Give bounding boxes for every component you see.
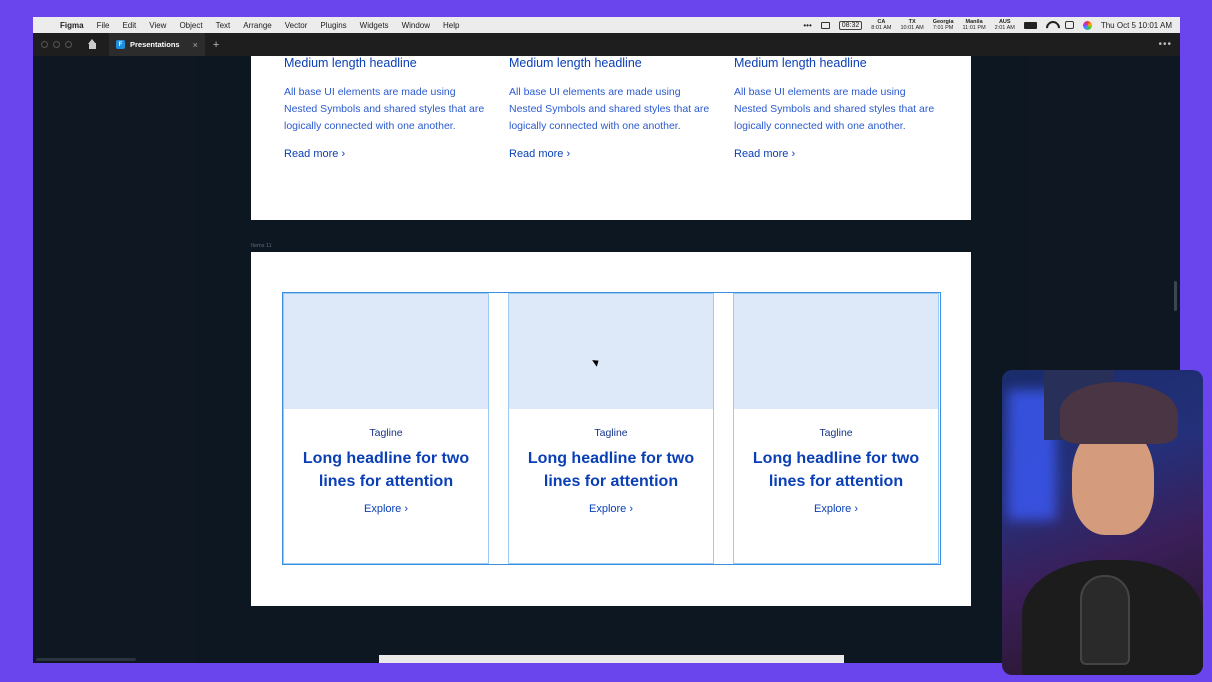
feature-headline: Medium length headline <box>734 56 867 70</box>
menu-text[interactable]: Text <box>216 21 231 30</box>
battery-icon[interactable] <box>1023 21 1037 29</box>
microphone-icon <box>1080 575 1130 665</box>
zoom-window-icon[interactable] <box>65 41 72 48</box>
menu-widgets[interactable]: Widgets <box>360 21 389 30</box>
timezone-ca: CA 8:01 AM <box>871 19 892 31</box>
menu-help[interactable]: Help <box>443 21 459 30</box>
menu-edit[interactable]: Edit <box>122 21 136 30</box>
timezone-aus: AUS 2:01 AM <box>994 19 1015 31</box>
webcam-person-cap <box>1060 382 1178 444</box>
read-more-link[interactable]: Read more › <box>284 148 489 160</box>
minimize-window-icon[interactable] <box>53 41 60 48</box>
canvas-scrollbar[interactable] <box>1174 281 1177 311</box>
menubar-menu: Figma File Edit View Object Text Arrange… <box>60 21 459 30</box>
frame-cards[interactable]: Tagline Long headline for two lines for … <box>251 252 971 606</box>
webcam-overlay <box>1002 370 1203 675</box>
layers-scrollbar[interactable] <box>36 658 136 661</box>
read-more-link[interactable]: Read more › <box>509 148 714 160</box>
feature-body: All base UI elements are made using Nest… <box>284 86 485 132</box>
feature-column: Medium length headline All base UI eleme… <box>284 56 489 160</box>
card-headline: Long headline for two lines for attentio… <box>527 450 695 490</box>
tab-presentations[interactable]: F Presentations × <box>109 33 205 56</box>
home-icon[interactable] <box>88 39 97 49</box>
card-headline: Long headline for two lines for attentio… <box>302 450 470 490</box>
menu-view[interactable]: View <box>149 21 166 30</box>
card[interactable]: Tagline Long headline for two lines for … <box>283 293 489 564</box>
read-more-link[interactable]: Read more › <box>734 148 939 160</box>
card[interactable]: Tagline Long headline for two lines for … <box>733 293 939 564</box>
feature-body: All base UI elements are made using Nest… <box>509 86 710 132</box>
menu-object[interactable]: Object <box>179 21 202 30</box>
frame-label[interactable]: Items 11 <box>251 243 272 249</box>
tab-label: Presentations <box>130 40 180 49</box>
close-window-icon[interactable] <box>41 41 48 48</box>
more-options-icon[interactable]: ••• <box>1158 39 1172 50</box>
close-tab-icon[interactable]: × <box>193 40 198 50</box>
menu-window[interactable]: Window <box>402 21 430 30</box>
menu-app[interactable]: Figma <box>60 21 84 30</box>
figma-titlebar: F Presentations × + ••• <box>33 33 1180 56</box>
layers-panel[interactable] <box>33 56 195 663</box>
card-tagline: Tagline <box>819 427 853 439</box>
control-center-icon[interactable] <box>1064 21 1074 29</box>
card[interactable]: Tagline Long headline for two lines for … <box>508 293 714 564</box>
card-image-placeholder <box>284 294 488 409</box>
menu-plugins[interactable]: Plugins <box>320 21 346 30</box>
feature-body: All base UI elements are made using Nest… <box>734 86 935 132</box>
apple-icon[interactable] <box>41 20 50 30</box>
menu-file[interactable]: File <box>97 21 110 30</box>
feature-column: Medium length headline All base UI eleme… <box>509 56 714 160</box>
card-image-placeholder <box>509 294 713 409</box>
menubar: Figma File Edit View Object Text Arrange… <box>33 17 1180 33</box>
card-image-placeholder <box>734 294 938 409</box>
feature-headline: Medium length headline <box>284 56 417 70</box>
card-headline: Long headline for two lines for attentio… <box>752 450 920 490</box>
window-controls <box>41 41 72 48</box>
explore-link[interactable]: Explore › <box>284 503 488 515</box>
explore-link[interactable]: Explore › <box>734 503 938 515</box>
window-icon[interactable] <box>820 21 830 29</box>
feature-headline: Medium length headline <box>509 56 642 70</box>
siri-icon[interactable] <box>1082 20 1092 30</box>
datetime[interactable]: Thu Oct 5 10:01 AM <box>1101 21 1172 30</box>
timezone-georgia: Georgia 7:01 PM <box>932 19 954 31</box>
file-icon: F <box>116 40 125 49</box>
selection-box[interactable]: Tagline Long headline for two lines for … <box>282 292 941 565</box>
wifi-icon[interactable] <box>1046 21 1056 29</box>
more-icon[interactable]: ••• <box>803 21 811 30</box>
menu-arrange[interactable]: Arrange <box>243 21 271 30</box>
card-tagline: Tagline <box>369 427 403 439</box>
explore-link[interactable]: Explore › <box>509 503 713 515</box>
timezone-manila: Manila 11:01 PM <box>962 19 986 31</box>
canvas[interactable]: Medium length headline All base UI eleme… <box>195 56 1028 663</box>
card-tagline: Tagline <box>594 427 628 439</box>
new-tab-icon[interactable]: + <box>213 39 219 51</box>
menu-vector[interactable]: Vector <box>285 21 308 30</box>
menubar-status: ••• 08:32 CA 8:01 AM TX 10:01 AM Georgia 7:… <box>803 19 1172 31</box>
frame-features[interactable]: Medium length headline All base UI eleme… <box>251 56 971 220</box>
bottom-toolbar[interactable] <box>379 655 844 663</box>
timer[interactable]: 08:32 <box>838 20 863 30</box>
feature-column: Medium length headline All base UI eleme… <box>734 56 939 160</box>
timezone-tx: TX 10:01 AM <box>900 19 924 31</box>
